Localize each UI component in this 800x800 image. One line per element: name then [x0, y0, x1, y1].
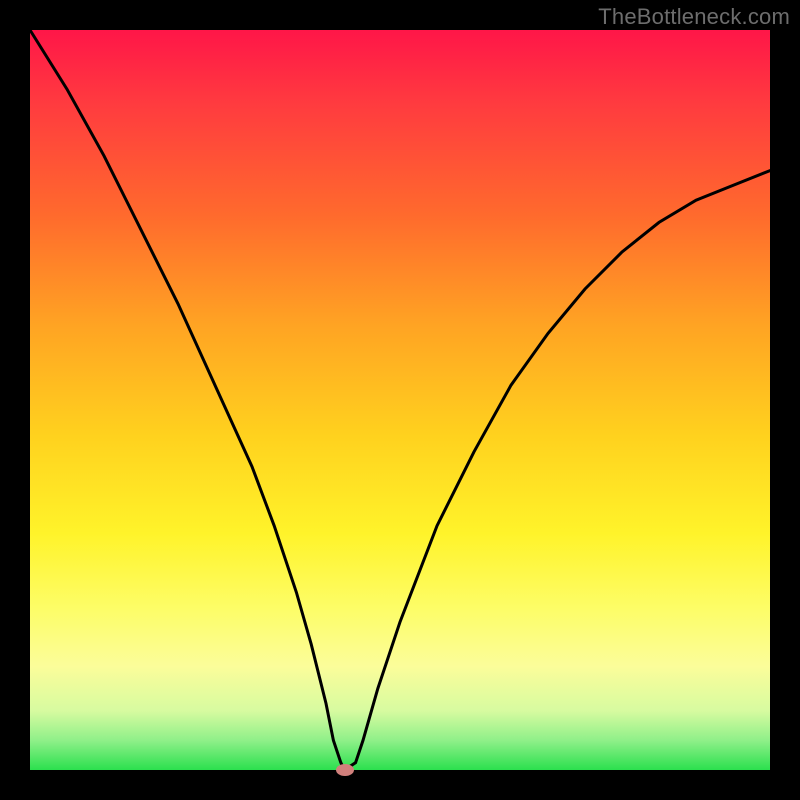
bottleneck-curve [30, 30, 770, 770]
watermark-text: TheBottleneck.com [598, 4, 790, 30]
chart-frame: TheBottleneck.com [0, 0, 800, 800]
plot-area [30, 30, 770, 770]
curve-svg [30, 30, 770, 770]
minimum-marker [336, 764, 354, 776]
